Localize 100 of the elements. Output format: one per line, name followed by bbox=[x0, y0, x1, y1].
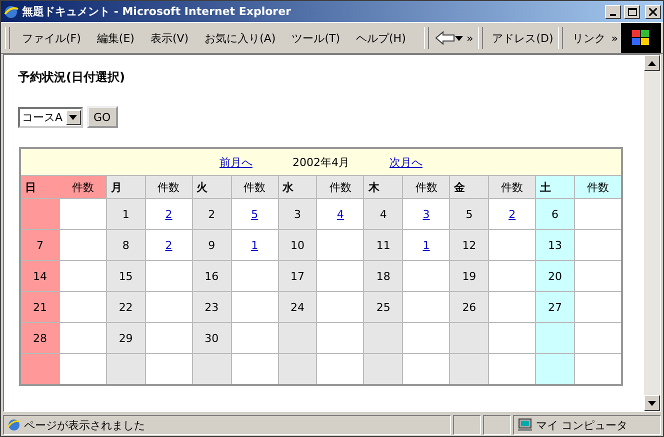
count-cell bbox=[59, 292, 106, 322]
count-cell bbox=[316, 260, 364, 292]
window-title: 無題ドキュメント - Microsoft Internet Explorer bbox=[22, 4, 292, 19]
date-cell: 18 bbox=[364, 260, 403, 292]
date-cell: 11 bbox=[364, 230, 403, 260]
weekday-header: 日 bbox=[20, 176, 60, 198]
count-link[interactable]: 2 bbox=[165, 208, 172, 220]
date-cell: 24 bbox=[278, 292, 317, 322]
dropdown-caret-icon bbox=[69, 114, 78, 120]
date-cell: 22 bbox=[106, 292, 146, 322]
date-cell: 23 bbox=[192, 292, 232, 322]
count-link[interactable]: 1 bbox=[422, 238, 430, 252]
count-cell bbox=[231, 292, 278, 322]
count-cell bbox=[59, 230, 106, 260]
computer-icon bbox=[517, 418, 533, 432]
count-cell bbox=[402, 292, 450, 322]
date-cell: 7 bbox=[20, 230, 60, 260]
scroll-down-button[interactable] bbox=[644, 395, 660, 411]
weekday-header: 土 bbox=[536, 176, 574, 198]
date-cell: 17 bbox=[278, 260, 317, 292]
count-header: 件数 bbox=[488, 176, 536, 198]
status-message: ページが表示されました bbox=[24, 418, 145, 432]
date-cell: 12 bbox=[450, 230, 489, 260]
date-cell: 26 bbox=[450, 292, 489, 322]
status-pane bbox=[453, 415, 481, 435]
browser-icon bbox=[3, 4, 19, 20]
address-label[interactable]: アドレス(D) bbox=[489, 30, 556, 46]
date-cell: 3 bbox=[278, 198, 317, 230]
count-header: 件数 bbox=[231, 176, 278, 198]
more-chevron[interactable]: » bbox=[463, 32, 476, 44]
date-cell: 10 bbox=[278, 230, 317, 260]
dropdown-caret-icon bbox=[455, 36, 464, 40]
count-cell bbox=[574, 198, 622, 230]
page-heading: 予約状況(日付選択) bbox=[18, 69, 126, 86]
weekday-header: 火 bbox=[192, 176, 232, 198]
count-header: 件数 bbox=[59, 176, 106, 198]
count-link[interactable]: 1 bbox=[251, 238, 258, 252]
more-chevron[interactable]: » bbox=[608, 32, 621, 44]
count-cell bbox=[488, 260, 536, 292]
count-cell bbox=[145, 322, 192, 354]
back-arrow-icon[interactable] bbox=[435, 31, 456, 45]
date-cell: 5 bbox=[450, 198, 489, 230]
scroll-up-button[interactable] bbox=[644, 55, 660, 71]
date-cell: 14 bbox=[20, 260, 60, 292]
minimize-button[interactable] bbox=[605, 4, 621, 18]
weekday-header: 水 bbox=[278, 176, 317, 198]
count-header: 件数 bbox=[316, 176, 364, 198]
go-button[interactable]: GO bbox=[86, 106, 118, 128]
count-link[interactable]: 2 bbox=[165, 238, 172, 252]
menu-item[interactable]: ファイル(F) bbox=[16, 28, 87, 48]
menu-item[interactable]: 編集(E) bbox=[90, 28, 140, 48]
date-cell: 29 bbox=[106, 322, 146, 354]
count-header: 件数 bbox=[574, 176, 622, 198]
date-cell: 1 bbox=[106, 198, 146, 230]
windows-logo bbox=[621, 23, 661, 53]
maximize-button[interactable] bbox=[624, 4, 640, 18]
weekday-header: 月 bbox=[106, 176, 146, 198]
count-link[interactable]: 3 bbox=[422, 208, 430, 220]
menu-item[interactable]: ツール(T) bbox=[286, 28, 346, 48]
menu-item[interactable]: 表示(V) bbox=[144, 28, 195, 48]
date-cell: 25 bbox=[364, 292, 403, 322]
weekday-header: 金 bbox=[450, 176, 489, 198]
prev-month-link[interactable]: 前月へ bbox=[220, 156, 252, 168]
date-cell: 2 bbox=[192, 198, 232, 230]
page-icon bbox=[7, 418, 21, 432]
count-cell bbox=[574, 230, 622, 260]
date-cell: 20 bbox=[536, 260, 574, 292]
maximize-icon bbox=[628, 8, 636, 16]
weekday-header: 木 bbox=[364, 176, 403, 198]
date-cell: 15 bbox=[106, 260, 146, 292]
count-cell bbox=[59, 322, 106, 354]
date-cell: 21 bbox=[20, 292, 60, 322]
count-link[interactable]: 5 bbox=[251, 208, 258, 220]
course-select[interactable]: コースA bbox=[18, 106, 83, 128]
month-title: 2002年4月 bbox=[292, 156, 350, 168]
date-cell: 19 bbox=[450, 260, 489, 292]
date-cell: 6 bbox=[536, 198, 574, 230]
count-header: 件数 bbox=[402, 176, 450, 198]
count-cell bbox=[59, 260, 106, 292]
date-cell: 28 bbox=[20, 322, 60, 354]
close-icon bbox=[649, 8, 657, 16]
menu-item[interactable]: ヘルプ(H) bbox=[350, 28, 412, 48]
date-cell: 4 bbox=[364, 198, 403, 230]
date-cell: 8 bbox=[106, 230, 146, 260]
count-header: 件数 bbox=[145, 176, 192, 198]
vertical-scrollbar[interactable] bbox=[644, 55, 660, 411]
close-button[interactable] bbox=[645, 4, 661, 18]
minimize-icon bbox=[610, 14, 616, 16]
date-cell: 16 bbox=[192, 260, 232, 292]
count-cell bbox=[145, 292, 192, 322]
count-cell bbox=[316, 292, 364, 322]
down-arrow-icon bbox=[648, 400, 656, 406]
status-pane bbox=[483, 415, 511, 435]
date-cell: 30 bbox=[192, 322, 232, 354]
count-link[interactable]: 2 bbox=[508, 208, 516, 220]
links-label[interactable]: リンク bbox=[569, 30, 608, 46]
date-cell: 9 bbox=[192, 230, 232, 260]
menu-item[interactable]: お気に入り(A) bbox=[198, 28, 282, 48]
next-month-link[interactable]: 次月へ bbox=[390, 156, 422, 168]
count-link[interactable]: 4 bbox=[336, 208, 344, 220]
